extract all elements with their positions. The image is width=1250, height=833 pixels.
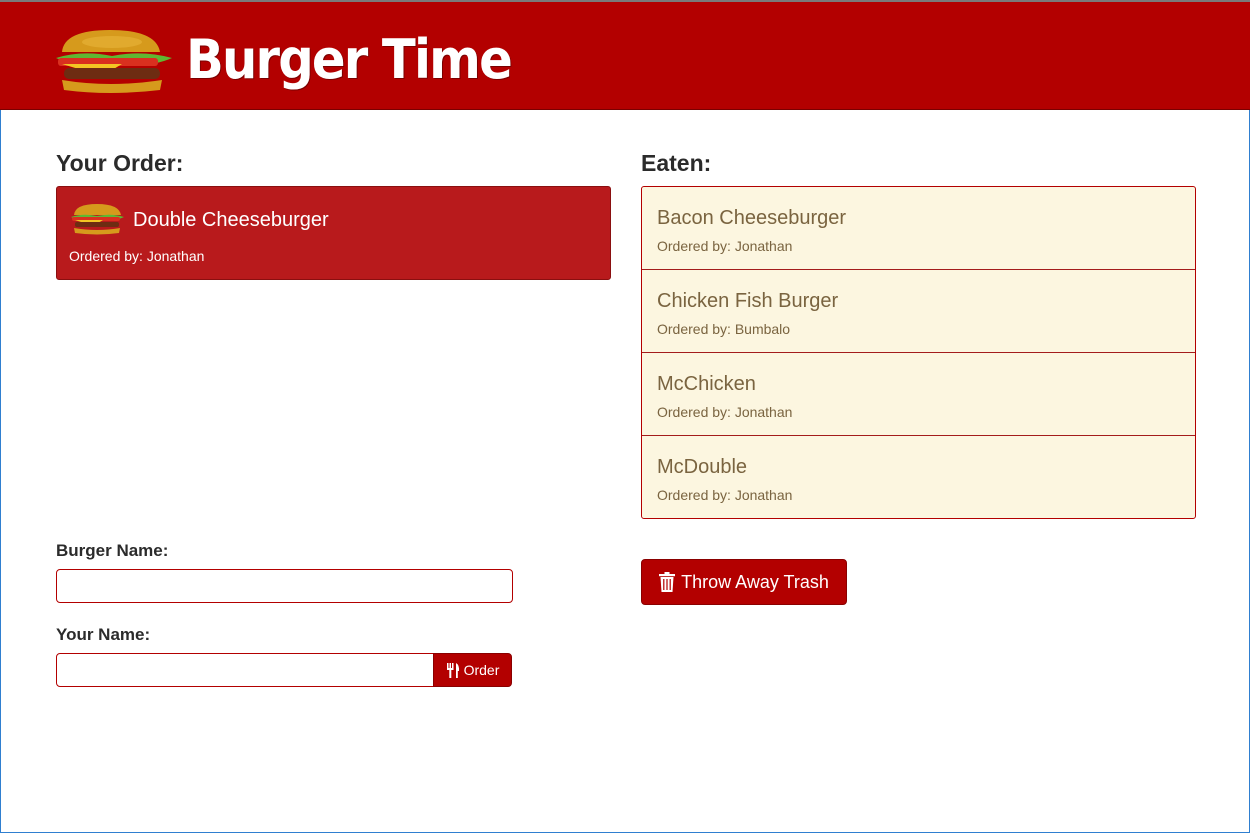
eaten-ordered-by: Ordered by: Jonathan xyxy=(657,404,793,420)
throw-away-trash-label: Throw Away Trash xyxy=(681,571,829,592)
burger-name-label: Burger Name: xyxy=(56,541,169,560)
burger-icon xyxy=(71,204,124,235)
your-order-heading: Your Order: xyxy=(56,150,184,176)
burger-icon xyxy=(56,30,172,93)
eaten-burger-name: McDouble xyxy=(657,456,748,478)
eaten-ordered-by: Ordered by: Bumbalo xyxy=(657,321,791,337)
site-title: Burger Time xyxy=(186,28,513,91)
throw-away-trash-button[interactable]: Throw Away Trash xyxy=(641,559,847,605)
order-button[interactable]: Order xyxy=(433,653,512,687)
cutlery-icon xyxy=(446,662,459,678)
eaten-heading: Eaten: xyxy=(641,150,712,176)
eaten-list-item: Bacon Cheeseburger Ordered by: Jonathan xyxy=(642,187,1195,270)
eaten-ordered-by: Ordered by: Jonathan xyxy=(657,238,793,254)
order-burger-name: Double Cheeseburger xyxy=(133,209,329,231)
eaten-list-item: Chicken Fish Burger Ordered by: Bumbalo xyxy=(642,270,1195,353)
your-name-label: Your Name: xyxy=(56,625,151,644)
eaten-list-item: McChicken Ordered by: Jonathan xyxy=(642,353,1195,436)
eaten-burger-name: Bacon Cheeseburger xyxy=(657,207,847,229)
order-item[interactable]: Double Cheeseburger Ordered by: Jonathan xyxy=(56,186,611,280)
burger-name-input[interactable] xyxy=(56,569,513,603)
site-header: Burger Time xyxy=(0,0,1250,110)
eaten-list-item: McDouble Ordered by: Jonathan xyxy=(642,436,1195,518)
eaten-ordered-by: Ordered by: Jonathan xyxy=(657,487,793,503)
order-button-label: Order xyxy=(463,662,500,678)
eaten-burger-name: Chicken Fish Burger xyxy=(657,290,839,312)
trash-icon xyxy=(659,572,676,592)
order-ordered-by: Ordered by: Jonathan xyxy=(69,248,205,264)
your-name-input[interactable] xyxy=(56,653,434,687)
eaten-list: Bacon Cheeseburger Ordered by: Jonathan … xyxy=(641,186,1196,519)
eaten-burger-name: McChicken xyxy=(657,373,756,395)
